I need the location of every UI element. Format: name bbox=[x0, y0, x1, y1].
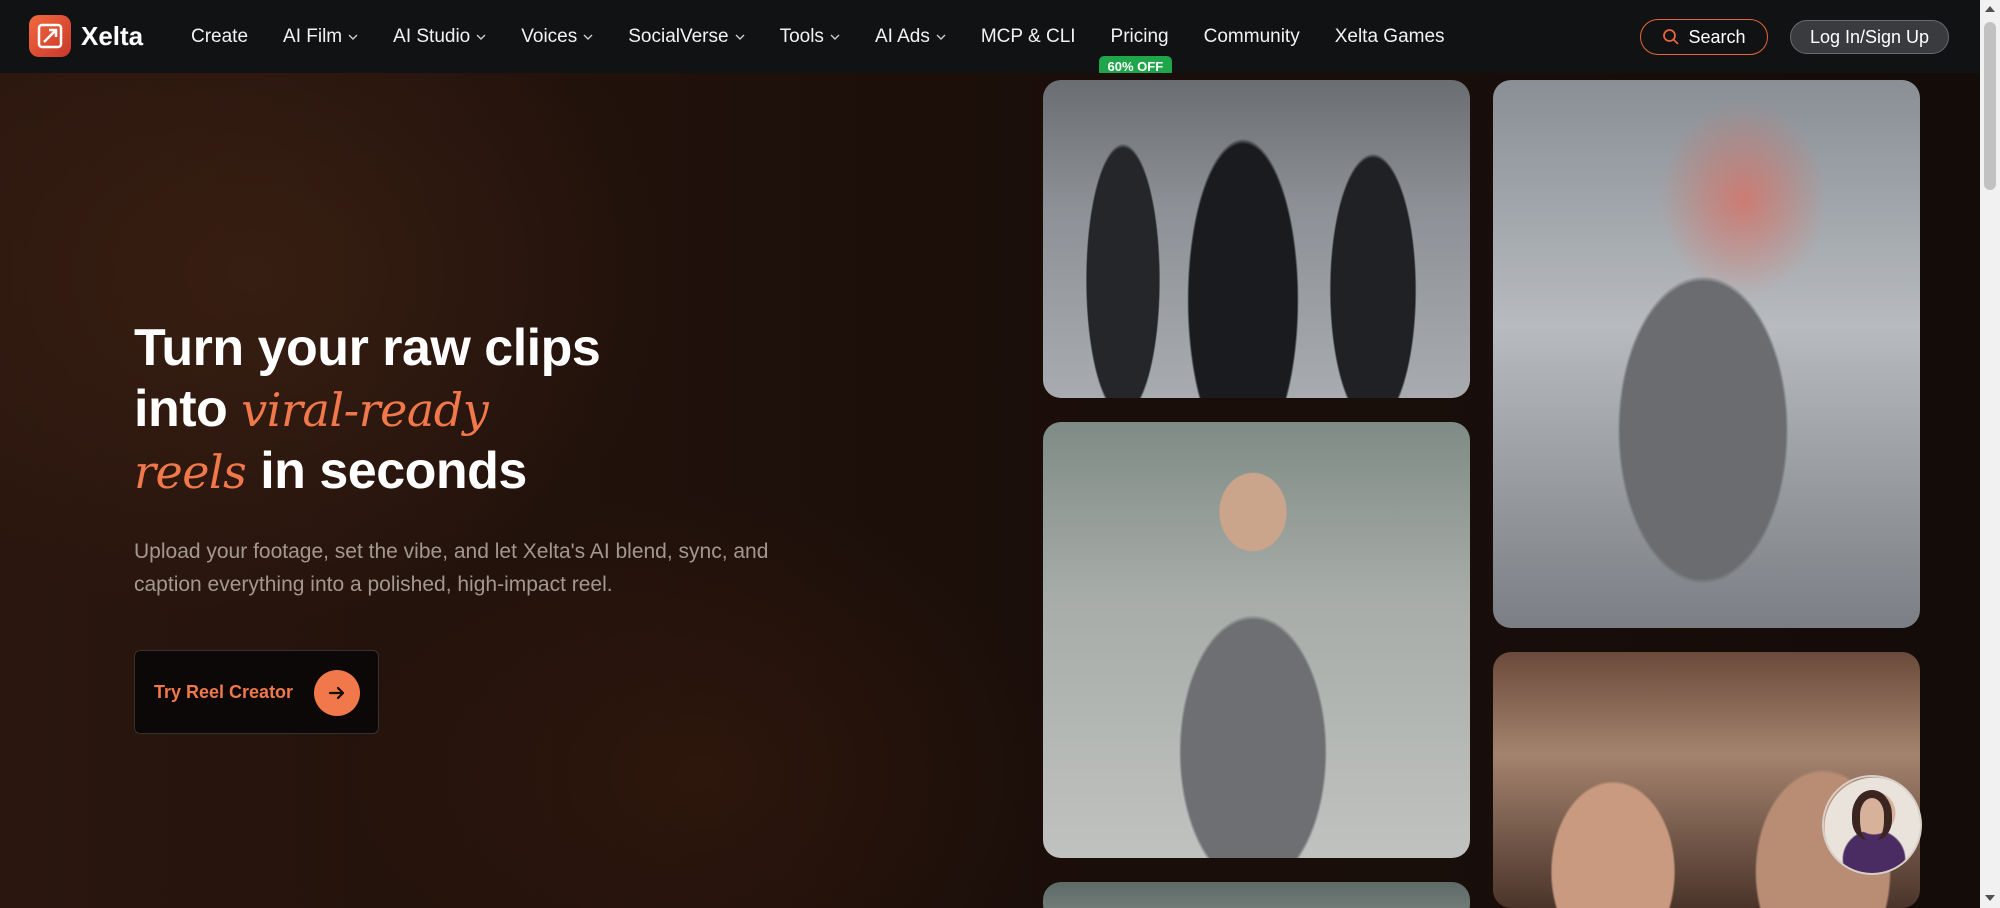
nav-create[interactable]: Create bbox=[191, 26, 248, 48]
assistant-avatar-hair bbox=[1852, 790, 1892, 840]
chevron-down-icon bbox=[583, 34, 593, 40]
gallery-image-subway-man-running bbox=[1493, 80, 1920, 628]
gallery-image-street-scene bbox=[1043, 882, 1470, 908]
nav-voices[interactable]: Voices bbox=[521, 26, 593, 48]
brand-logo[interactable]: Xelta bbox=[29, 15, 143, 57]
nav-ai-ads[interactable]: AI Ads bbox=[875, 26, 946, 48]
page-scrollbar[interactable] bbox=[1980, 0, 2000, 908]
try-reel-creator-button[interactable]: Try Reel Creator bbox=[134, 650, 379, 734]
search-icon bbox=[1663, 29, 1680, 45]
hero-title: Turn your raw clips into viral-ready ree… bbox=[134, 318, 834, 503]
cta-label: Try Reel Creator bbox=[154, 681, 294, 702]
hero-title-end: in seconds bbox=[260, 442, 527, 500]
nav-xelta-games[interactable]: Xelta Games bbox=[1335, 26, 1445, 48]
arrow-right-icon bbox=[314, 670, 360, 716]
nav-mcp-cli-label: MCP & CLI bbox=[980, 25, 1076, 47]
chevron-down-icon bbox=[830, 34, 840, 40]
chevron-down-icon bbox=[936, 34, 946, 40]
search-button[interactable]: Search bbox=[1640, 19, 1768, 55]
nav-pricing-label: Pricing bbox=[1110, 25, 1169, 47]
xelta-logo-icon bbox=[29, 15, 71, 57]
nav-create-label: Create bbox=[191, 25, 249, 47]
gallery-image-man-in-hoodie bbox=[1043, 422, 1470, 858]
nav-voices-label: Voices bbox=[521, 25, 578, 47]
nav-pricing[interactable]: Pricing 60% OFF bbox=[1098, 25, 1173, 77]
login-signup-button[interactable]: Log In/Sign Up bbox=[1790, 20, 1949, 54]
hero-title-accent-reels: reels bbox=[134, 445, 247, 499]
nav-xelta-games-label: Xelta Games bbox=[1334, 25, 1445, 47]
hero-title-into: into bbox=[134, 380, 228, 438]
gallery-image-suited-men-walking bbox=[1043, 80, 1470, 398]
hero-title-line1: Turn your raw clips bbox=[134, 319, 601, 377]
scroll-up-arrow-icon[interactable] bbox=[1985, 6, 1995, 12]
nav-ai-ads-label: AI Ads bbox=[874, 25, 930, 47]
nav-ai-film[interactable]: AI Film bbox=[283, 26, 358, 48]
nav-socialverse[interactable]: SocialVerse bbox=[628, 25, 745, 48]
hero-subtitle: Upload your footage, set the vibe, and l… bbox=[134, 540, 769, 596]
hero-title-accent-viral: viral-ready bbox=[241, 383, 489, 437]
chevron-down-icon bbox=[476, 34, 486, 40]
nav-ai-film-label: AI Film bbox=[283, 25, 343, 47]
chevron-down-icon bbox=[735, 34, 745, 40]
nav-ai-studio[interactable]: AI Studio bbox=[393, 26, 486, 48]
main-menu: Create AI Film AI Studio Voices SocialVe… bbox=[191, 0, 1480, 77]
nav-community-label: Community bbox=[1203, 25, 1300, 47]
brand-name: Xelta bbox=[81, 20, 144, 51]
scroll-thumb[interactable] bbox=[1984, 22, 1996, 190]
nav-ai-studio-label: AI Studio bbox=[393, 25, 471, 47]
nav-socialverse-label: SocialVerse bbox=[628, 25, 729, 47]
chevron-down-icon bbox=[348, 34, 358, 40]
nav-community[interactable]: Community bbox=[1204, 26, 1300, 48]
search-button-label: Search bbox=[1688, 26, 1746, 47]
nav-tools[interactable]: Tools bbox=[780, 26, 840, 48]
nav-mcp-cli[interactable]: MCP & CLI bbox=[981, 26, 1076, 48]
top-navbar: Xelta Create AI Film AI Studio Voices So… bbox=[0, 0, 2000, 77]
scroll-down-arrow-icon[interactable] bbox=[1985, 895, 1995, 901]
nav-tools-label: Tools bbox=[779, 25, 824, 47]
